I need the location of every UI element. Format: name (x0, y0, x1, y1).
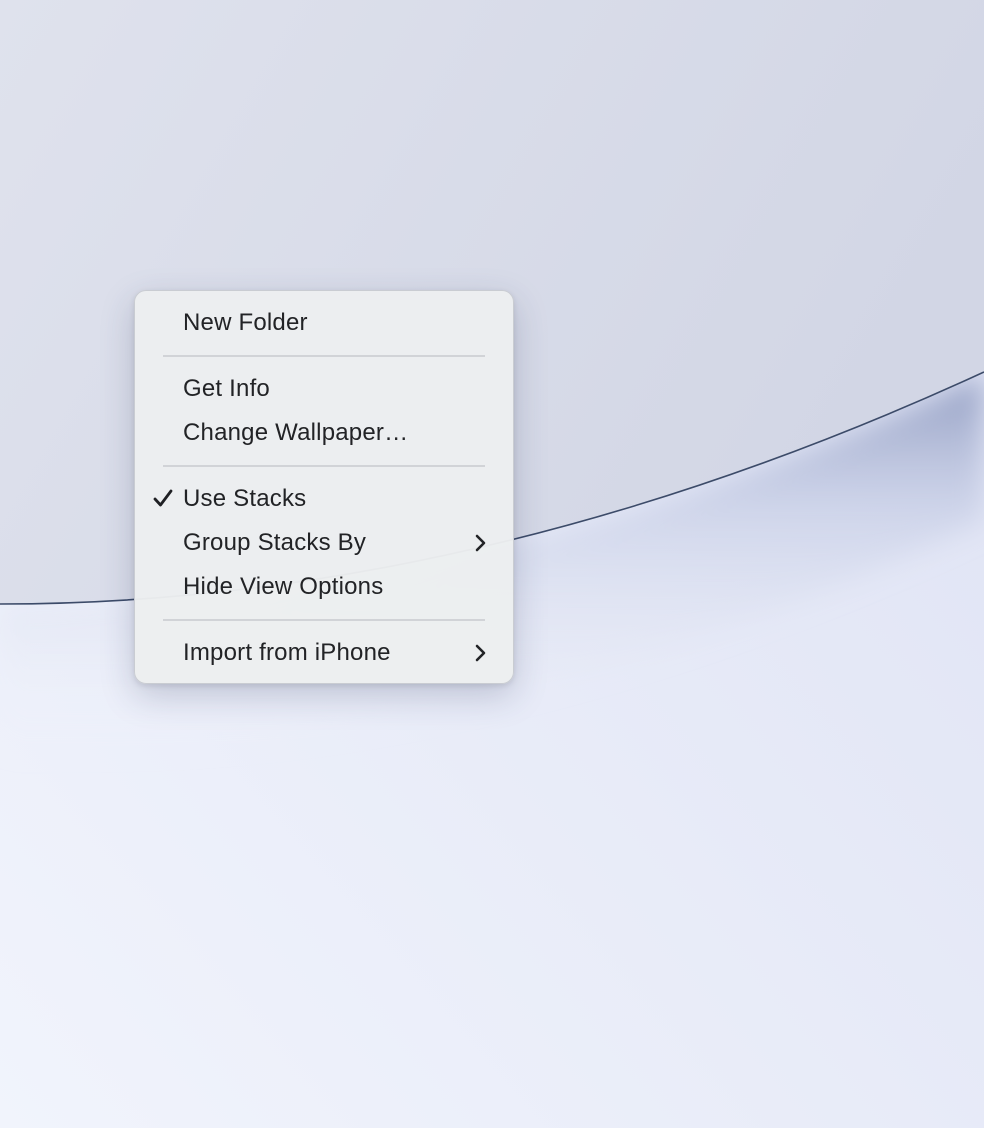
menu-item-get-info[interactable]: Get Info (143, 367, 505, 411)
menu-item-use-stacks[interactable]: Use Stacks (143, 477, 505, 521)
menu-separator (163, 619, 485, 621)
menu-item-new-folder[interactable]: New Folder (143, 301, 505, 345)
menu-separator (163, 465, 485, 467)
menu-item-label: Import from iPhone (183, 639, 391, 666)
chevron-right-icon (475, 534, 486, 552)
menu-separator (163, 355, 485, 357)
menu-item-hide-view-options[interactable]: Hide View Options (143, 565, 505, 609)
menu-item-label: Use Stacks (183, 485, 307, 512)
desktop-context-menu: New Folder Get Info Change Wallpaper… Use S… (134, 290, 514, 684)
menu-item-label: New Folder (183, 309, 308, 336)
menu-item-label: Get Info (183, 375, 270, 402)
menu-item-group-stacks-by[interactable]: Group Stacks By (143, 521, 505, 565)
menu-item-label: Hide View Options (183, 573, 384, 600)
chevron-right-icon (475, 644, 486, 662)
menu-item-change-wallpaper[interactable]: Change Wallpaper… (143, 411, 505, 455)
menu-item-label: Group Stacks By (183, 529, 367, 556)
checkmark-icon (153, 489, 173, 507)
menu-item-import-from-iphone[interactable]: Import from iPhone (143, 631, 505, 675)
menu-item-label: Change Wallpaper… (183, 419, 409, 446)
